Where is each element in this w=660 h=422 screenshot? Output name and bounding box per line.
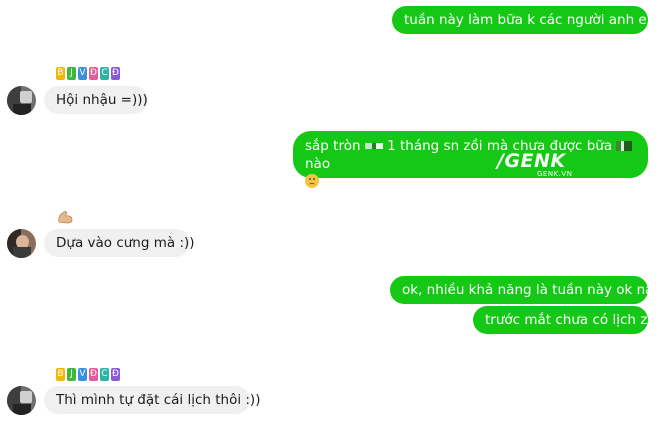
avatar[interactable] [7,229,36,258]
message-text: Hội nhậu =))) [56,92,148,108]
tag-letter: B [56,368,65,381]
outgoing-message[interactable]: sắp tròn 1 tháng sn zồi mà chưa được bữa… [293,131,648,188]
avatar[interactable] [7,386,36,415]
tag-letter: V [78,67,87,80]
outgoing-message[interactable]: trước mắt chưa có lịch zì [473,306,652,334]
tag-letter: Đ [89,67,98,80]
tag-letter: Đ [111,67,120,80]
message-text: sắp tròn [305,138,361,154]
sender-name-tag: B J V Đ C Đ [56,67,120,80]
sender-name-tag: B J V Đ C Đ [56,368,120,381]
message-text: tuần này làm bữa k các người anh em [404,12,660,28]
worried-face-icon [305,174,319,188]
flexed-biceps-icon [58,211,73,224]
avatar[interactable] [7,86,36,115]
message-text: Thì mình tự đặt cái lịch thôi :)) [56,392,261,408]
tag-letter: Đ [111,368,120,381]
tag-letter: B [56,67,65,80]
message-text: Dựa vào cưng mà :)) [56,235,195,251]
message-text: ok, nhiều khả năng là tuần này ok này [402,282,660,298]
message-text: nào [305,156,331,172]
message-text: trước mắt chưa có lịch zì [485,312,652,328]
tag-letter: J [67,368,76,381]
tag-letter: Đ [89,368,98,381]
watermark-site: GENK.VN [537,170,573,178]
tag-letter: C [100,67,109,80]
tag-letter: J [67,67,76,80]
incoming-message[interactable]: Thì mình tự đặt cái lịch thôi :)) [44,386,260,414]
outgoing-message[interactable]: ok, nhiều khả năng là tuần này ok này [390,276,660,304]
incoming-message[interactable]: Dựa vào cưng mà :)) [44,229,195,257]
tag-letter: C [100,368,109,381]
watermark-logo: /GENK GENK.VN [497,150,572,178]
outgoing-message[interactable]: tuần này làm bữa k các người anh em [392,6,660,34]
watermark-brand: /GENK [497,150,566,172]
inline-image-icon [616,141,633,151]
inline-image-icon [364,143,383,149]
tag-letter: V [78,368,87,381]
incoming-message[interactable]: Hội nhậu =))) [44,86,148,114]
